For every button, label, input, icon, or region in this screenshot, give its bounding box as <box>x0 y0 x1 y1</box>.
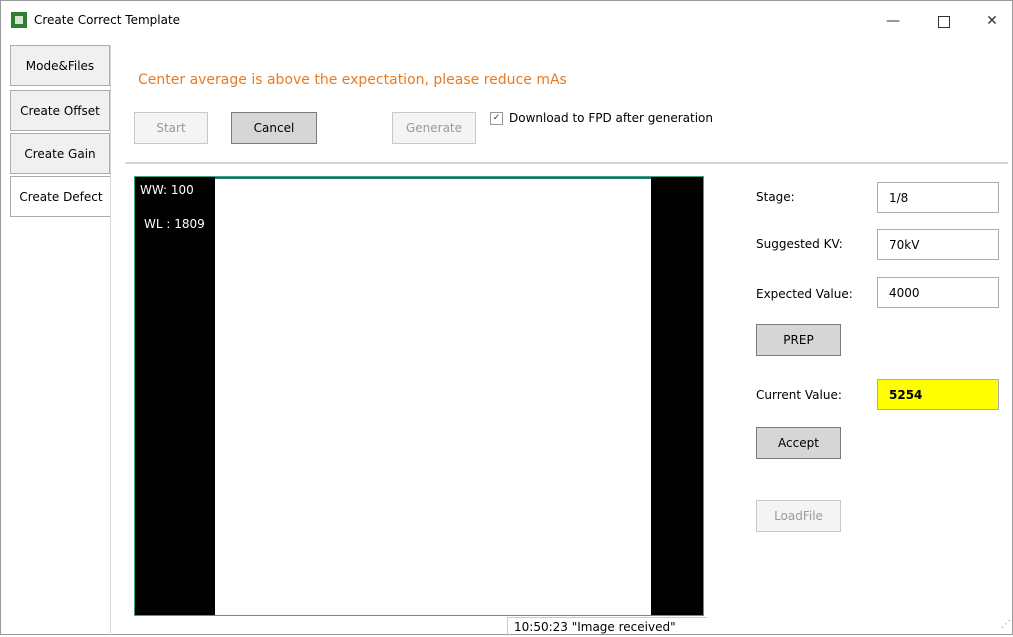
xray-image <box>215 177 651 615</box>
expected-value-label: Expected Value: <box>756 287 853 301</box>
suggested-kv-field[interactable]: 70kV <box>877 229 999 260</box>
warning-message: Center average is above the expectation,… <box>138 72 567 88</box>
minimize-button[interactable]: — <box>877 9 909 33</box>
loadfile-button[interactable]: LoadFile <box>756 500 841 532</box>
main-window: Create Correct Template — ✕ Mode&Files C… <box>0 0 1013 636</box>
start-button[interactable]: Start <box>134 112 208 144</box>
window-level-readout: WL : 1809 <box>144 217 205 231</box>
tab-pane-border <box>110 45 111 635</box>
download-checkbox[interactable]: ✓ <box>490 111 503 125</box>
image-top-edge <box>215 177 651 179</box>
accept-button[interactable]: Accept <box>756 427 841 459</box>
app-icon <box>11 12 27 28</box>
prep-button[interactable]: PREP <box>756 324 841 356</box>
tab-create-defect[interactable]: Create Defect <box>10 176 111 217</box>
download-option[interactable]: ✓ Download to FPD after generation <box>490 111 713 125</box>
tab-mode-files[interactable]: Mode&Files <box>10 45 110 86</box>
cancel-button[interactable]: Cancel <box>231 112 317 144</box>
maximize-button[interactable] <box>928 9 960 33</box>
separator <box>125 162 1008 164</box>
maximize-icon <box>938 16 950 28</box>
generate-button[interactable]: Generate <box>392 112 476 144</box>
image-viewer[interactable]: WW: 100 WL : 1809 <box>134 176 704 616</box>
window-title: Create Correct Template <box>34 13 181 27</box>
current-value-field[interactable]: 5254 <box>877 379 999 410</box>
suggested-kv-label: Suggested KV: <box>756 237 843 251</box>
download-label: Download to FPD after generation <box>509 111 713 125</box>
expected-value-field[interactable]: 4000 <box>877 277 999 308</box>
resize-grip-icon[interactable]: ⋰ <box>1001 619 1011 630</box>
window-width-readout: WW: 100 <box>140 183 194 197</box>
status-message: 10:50:23 "Image received" <box>507 617 707 636</box>
tab-create-offset[interactable]: Create Offset <box>10 90 110 131</box>
current-value-label: Current Value: <box>756 388 842 402</box>
stage-label: Stage: <box>756 190 795 204</box>
title-bar: Create Correct Template — ✕ <box>1 1 1012 41</box>
tab-create-gain[interactable]: Create Gain <box>10 133 110 174</box>
stage-field[interactable]: 1/8 <box>877 182 999 213</box>
left-tab-strip: Mode&Files Create Offset Create Gain Cre… <box>10 45 111 635</box>
close-button[interactable]: ✕ <box>976 9 1008 33</box>
